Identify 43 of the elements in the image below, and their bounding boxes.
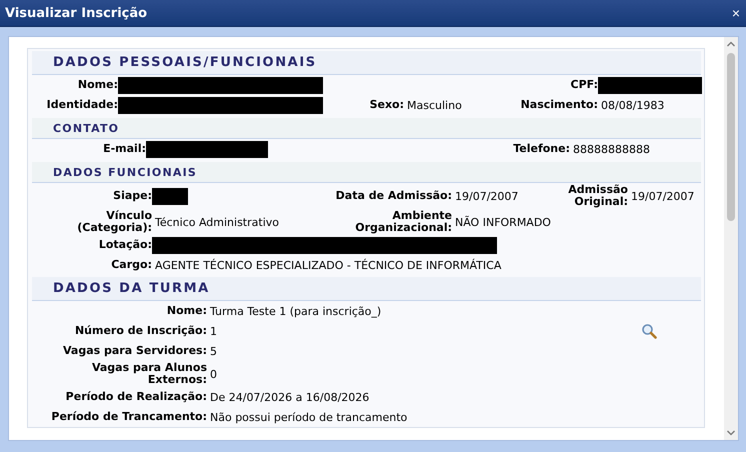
field-label: Data de Admissão:	[334, 190, 452, 202]
search-icon[interactable]	[641, 323, 657, 339]
field-value: Masculino	[406, 98, 463, 112]
field-value: AGENTE TÉCNICO ESPECIALIZADO - TÉCNICO DE INFORMÁTICA	[154, 258, 502, 272]
field-value: 88888888888	[572, 142, 651, 156]
field-label: Nome:	[166, 305, 207, 317]
field-label: Identidade:	[46, 99, 118, 111]
field-label: Admissão Original:	[567, 184, 628, 208]
field-label: Cargo:	[110, 259, 152, 271]
window-title: Visualizar Inscrição	[4, 6, 148, 20]
field-label: Sexo:	[368, 99, 404, 111]
section-header: CONTATO	[32, 118, 701, 139]
section-header: DADOS PESSOAIS/FUNCIONAIS	[32, 51, 701, 75]
field-value: De 24/07/2026 a 16/08/2026	[209, 390, 370, 404]
field-value: 19/07/2007	[454, 190, 520, 202]
field-value: 0	[209, 368, 218, 380]
field-value: NÃO INFORMADO	[454, 216, 552, 228]
field-label: Vagas para Alunos Externos:	[90, 362, 207, 386]
field-label: Ambiente Organizacional:	[354, 210, 452, 234]
scrollbar-thumb[interactable]	[727, 53, 735, 221]
close-button[interactable]: ×	[726, 5, 746, 21]
field-label: Nome:	[76, 79, 118, 91]
field-value: 5	[209, 344, 218, 358]
field-label: E-mail:	[102, 143, 146, 155]
field-label: CPF:	[570, 79, 598, 91]
field-value: Turma Teste 1 (para inscrição_)	[209, 304, 382, 318]
field-value: 1	[209, 324, 218, 338]
field-label: Telefone:	[512, 143, 570, 155]
section-header: DADOS DA TURMA	[32, 277, 701, 301]
section-header: DADOS FUNCIONAIS	[32, 162, 701, 183]
scrollbar[interactable]	[724, 37, 738, 440]
field-value: 19/07/2007	[630, 190, 696, 202]
field-label: Siape:	[112, 190, 152, 202]
field-label: Número de Inscrição:	[74, 325, 207, 337]
field-value: 08/08/1983	[600, 98, 666, 112]
field-value: Técnico Administrativo	[154, 216, 280, 228]
field-label: Nascimento:	[520, 99, 598, 111]
field-value: Não possui período de trancamento	[209, 410, 408, 424]
field-label: Vínculo (Categoria):	[76, 210, 152, 234]
field-label: Vagas para Servidores:	[62, 345, 207, 357]
field-label: Período de Trancamento:	[50, 411, 207, 423]
field-label: Período de Realização:	[64, 391, 207, 403]
field-label: Lotação:	[98, 239, 152, 251]
